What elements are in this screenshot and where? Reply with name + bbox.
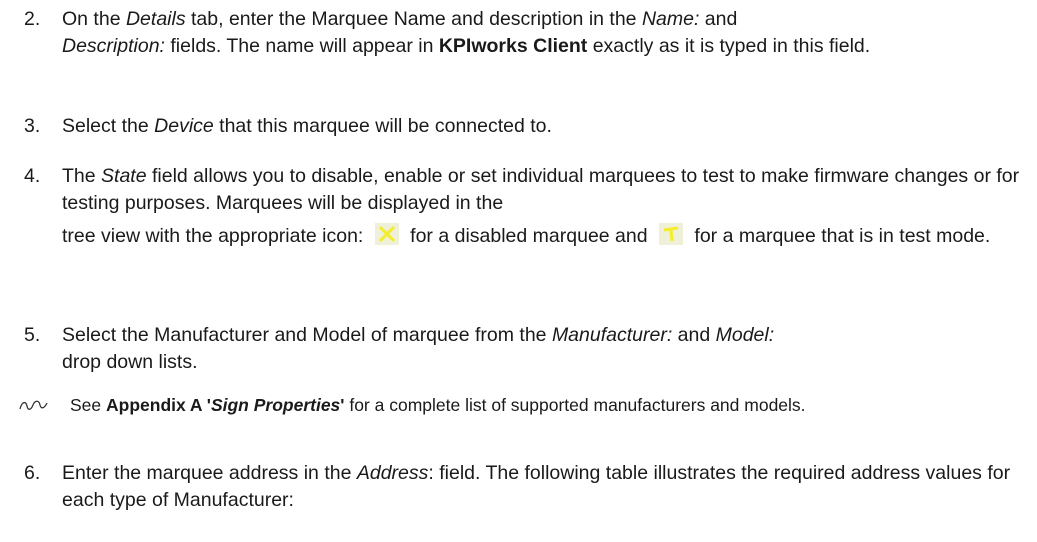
text-run: that this marquee will be connected to. (213, 115, 552, 137)
text-run: See (70, 395, 106, 415)
step-number: 3. (24, 115, 41, 137)
field-name: Address (356, 462, 429, 484)
appendix-title: Sign Properties (210, 395, 341, 415)
step-text: On the Details tab, enter the Marquee Na… (62, 6, 1024, 60)
step-3: 3. Select the Device that this marquee w… (24, 113, 1024, 140)
step-2: 2. On the Details tab, enter the Marquee… (24, 6, 1024, 60)
step-4: 4. The State field allows you to disable… (24, 163, 1024, 250)
text-run: Enter the marquee address in the (62, 462, 357, 484)
step-number: 6. (24, 462, 41, 484)
text-run: and (672, 324, 716, 346)
step-number: 4. (24, 165, 41, 187)
text-run: On the (62, 8, 126, 30)
text-run: and (699, 8, 738, 30)
note-text: See Appendix A 'Sign Properties' for a c… (70, 393, 1024, 417)
step-text: The State field allows you to disable, e… (62, 163, 1024, 250)
text-run: exactly as it is typed in this field. (587, 35, 871, 57)
field-name: Name: (641, 8, 700, 30)
field-name: Description: (62, 35, 165, 57)
text-run: for a complete list of supported manufac… (344, 395, 806, 415)
text-run: drop down lists. (62, 351, 198, 373)
text-run: Select the (62, 115, 155, 137)
see-also-note: See Appendix A 'Sign Properties' for a c… (19, 393, 1024, 417)
disabled-marquee-icon (374, 223, 399, 245)
step-text: Select the Manufacturer and Model of mar… (62, 322, 1024, 376)
field-name: Manufacturer: (551, 324, 673, 346)
text-run: field allows you to disable, enable or s… (62, 165, 1020, 214)
step-text: Select the Device that this marquee will… (62, 113, 1024, 140)
step-6: 6. Enter the marquee address in the Addr… (24, 460, 1024, 514)
appendix-ref: Appendix A ' (106, 395, 211, 415)
text-run: for a marquee that is in test mode. (694, 225, 991, 247)
text-run: fields. The name will appear in (164, 35, 439, 57)
step-number: 5. (24, 324, 41, 346)
field-name: Model: (715, 324, 775, 346)
field-name: State (101, 165, 147, 187)
text-run: The (62, 165, 102, 187)
pen-note-icon (18, 395, 50, 411)
text-run: Select the Manufacturer and Model of mar… (62, 324, 552, 346)
text-run: for a disabled marquee and (410, 225, 653, 247)
step-text: Enter the marquee address in the Address… (62, 460, 1024, 514)
step-number: 2. (24, 8, 41, 30)
tab-name: Details (125, 8, 186, 30)
text-run: tab, enter the Marquee Name and descript… (185, 8, 642, 30)
text-run: tree view with the appropriate icon: (62, 225, 369, 247)
product-name: KPIworks Client (438, 35, 588, 57)
step-5: 5. Select the Manufacturer and Model of … (24, 322, 1024, 376)
test-mode-marquee-icon (659, 223, 683, 245)
field-name: Device (154, 115, 214, 137)
